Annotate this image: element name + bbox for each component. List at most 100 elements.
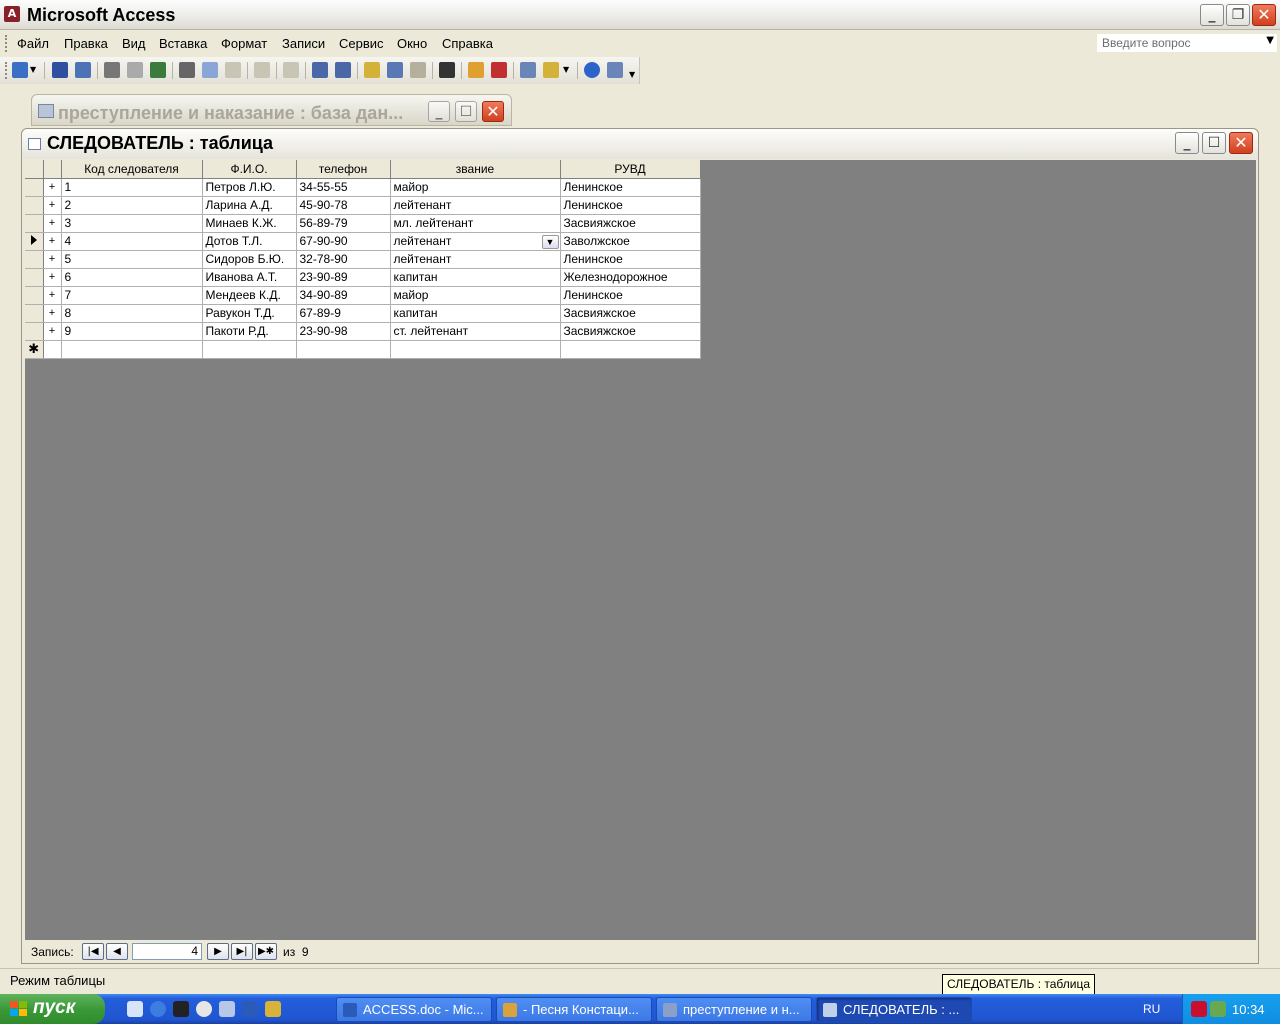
app-close-button[interactable]: ✕ [1252,4,1276,26]
cell-rank[interactable]: капитан [390,304,561,323]
print-preview-icon[interactable] [127,62,143,78]
row-selector[interactable] [25,322,44,341]
chevron-down-icon[interactable]: ▼ [1266,35,1274,46]
print-icon[interactable] [104,62,120,78]
db-maximize-button[interactable]: ☐ [455,101,477,122]
cell-phone[interactable]: 45-90-78 [296,196,391,215]
new-cell-rank[interactable] [390,340,561,359]
row-selector-current[interactable] [25,232,44,251]
access-app-icon[interactable]: A [4,6,20,22]
new-record-row[interactable]: ✱ [25,340,701,359]
row-selector[interactable] [25,304,44,323]
cell-rank[interactable]: майор [390,286,561,305]
last-record-button[interactable]: ▶| [231,943,253,960]
expand-row-button[interactable]: + [43,196,62,215]
network-icon[interactable] [1210,1001,1226,1017]
column-header-phone[interactable]: телефон [296,160,391,179]
cell-ruvd[interactable]: Засвияжское [560,214,701,233]
column-header-fio[interactable]: Ф.И.О. [202,160,297,179]
new-row-expand-cell[interactable] [43,340,62,359]
cell-phone[interactable]: 67-90-90 [296,232,391,251]
expand-row-button[interactable]: + [43,286,62,305]
previous-record-button[interactable]: ◀ [106,943,128,960]
undo-icon[interactable] [254,62,270,78]
ask-question-box[interactable]: Введите вопрос ▼ [1097,34,1277,52]
record-number-input[interactable]: 4 [132,943,202,960]
row-selector[interactable] [25,196,44,215]
new-object-icon[interactable] [543,62,559,78]
paste-icon[interactable] [225,62,241,78]
new-record-nav-button[interactable]: ▶✱ [255,943,277,960]
cell-id[interactable]: 5 [61,250,203,269]
cell-fio[interactable]: Пакоти Р.Д. [202,322,297,341]
cell-phone[interactable]: 32-78-90 [296,250,391,269]
quicklaunch-terminal-icon[interactable] [173,1001,189,1017]
cell-id[interactable]: 2 [61,196,203,215]
cell-phone[interactable]: 34-55-55 [296,178,391,197]
start-button[interactable]: пуск [0,994,105,1024]
expand-row-button[interactable]: + [43,304,62,323]
cell-fio[interactable]: Минаев К.Ж. [202,214,297,233]
column-header-ruvd[interactable]: РУВД [560,160,701,179]
task-database[interactable]: преступление и н... [656,997,812,1022]
database-window-icon[interactable] [520,62,536,78]
new-record-icon[interactable] [468,62,484,78]
menu-format[interactable]: Формат [221,36,267,51]
expand-row-button[interactable]: + [43,268,62,287]
cell-rank[interactable]: мл. лейтенант [390,214,561,233]
filter-by-selection-icon[interactable] [364,62,380,78]
cell-phone[interactable]: 23-90-89 [296,268,391,287]
new-object-dropdown-icon[interactable]: ▼ [563,62,571,78]
row-selector[interactable] [25,178,44,197]
table-window-titlebar[interactable]: СЛЕДОВАТЕЛЬ : таблица _ ☐ ✕ [22,129,1258,159]
help-icon[interactable] [584,62,600,78]
clock[interactable]: 10:34 [1232,1002,1265,1017]
table-maximize-button[interactable]: ☐ [1202,132,1226,154]
table-row[interactable]: + 7 Мендеев К.Д. 34-90-89 майор Ленинско… [25,286,701,305]
row-selector[interactable] [25,268,44,287]
cell-id[interactable]: 3 [61,214,203,233]
cell-ruvd[interactable]: Железнодорожное [560,268,701,287]
table-row[interactable]: + 2 Ларина А.Д. 45-90-78 лейтенант Ленин… [25,196,701,215]
database-window[interactable]: преступление и наказание : база дан... _… [31,94,512,126]
expand-row-button[interactable]: + [43,250,62,269]
table-row[interactable]: + 1 Петров Л.Ю. 34-55-55 майор Ленинское [25,178,701,197]
column-header-rank[interactable]: звание [390,160,561,179]
antivirus-icon[interactable] [1191,1001,1207,1017]
find-icon[interactable] [439,62,455,78]
row-selector[interactable] [25,250,44,269]
cell-fio[interactable]: Сидоров Б.Ю. [202,250,297,269]
row-selector[interactable] [25,214,44,233]
view-icon[interactable] [12,62,28,78]
menu-file[interactable]: Файл [17,36,49,51]
new-cell-ruvd[interactable] [560,340,701,359]
new-cell-phone[interactable] [296,340,391,359]
quicklaunch-notepad-icon[interactable] [219,1001,235,1017]
cell-fio[interactable]: Мендеев К.Д. [202,286,297,305]
task-access-doc[interactable]: ACCESS.doc - Mic... [336,997,492,1022]
filter-by-form-icon[interactable] [387,62,403,78]
cell-rank[interactable]: капитан [390,268,561,287]
language-indicator[interactable]: RU [1143,1002,1160,1016]
quicklaunch-desktop-icon[interactable] [127,1001,143,1017]
table-row[interactable]: + 3 Минаев К.Ж. 56-89-79 мл. лейтенант З… [25,214,701,233]
toolbar-options-icon[interactable]: ▼ [629,67,637,83]
table-minimize-button[interactable]: _ [1175,132,1199,154]
quicklaunch-ie-icon[interactable] [150,1001,166,1017]
copy-icon[interactable] [202,62,218,78]
expand-row-button[interactable]: + [43,178,62,197]
cell-rank[interactable]: лейтенант [390,250,561,269]
new-cell-id[interactable] [61,340,203,359]
view-dropdown-icon[interactable]: ▼ [30,62,38,78]
cell-id[interactable]: 8 [61,304,203,323]
cell-rank[interactable]: ст. лейтенант [390,322,561,341]
cell-fio[interactable]: Петров Л.Ю. [202,178,297,197]
menu-insert[interactable]: Вставка [159,36,207,51]
first-record-button[interactable]: |◀ [82,943,104,960]
cell-fio[interactable]: Иванова А.Т. [202,268,297,287]
app-restore-button[interactable]: ❐ [1226,4,1250,26]
sort-descending-icon[interactable] [335,62,351,78]
cell-id[interactable]: 6 [61,268,203,287]
cell-id[interactable]: 1 [61,178,203,197]
quicklaunch-app-icon[interactable] [265,1001,281,1017]
